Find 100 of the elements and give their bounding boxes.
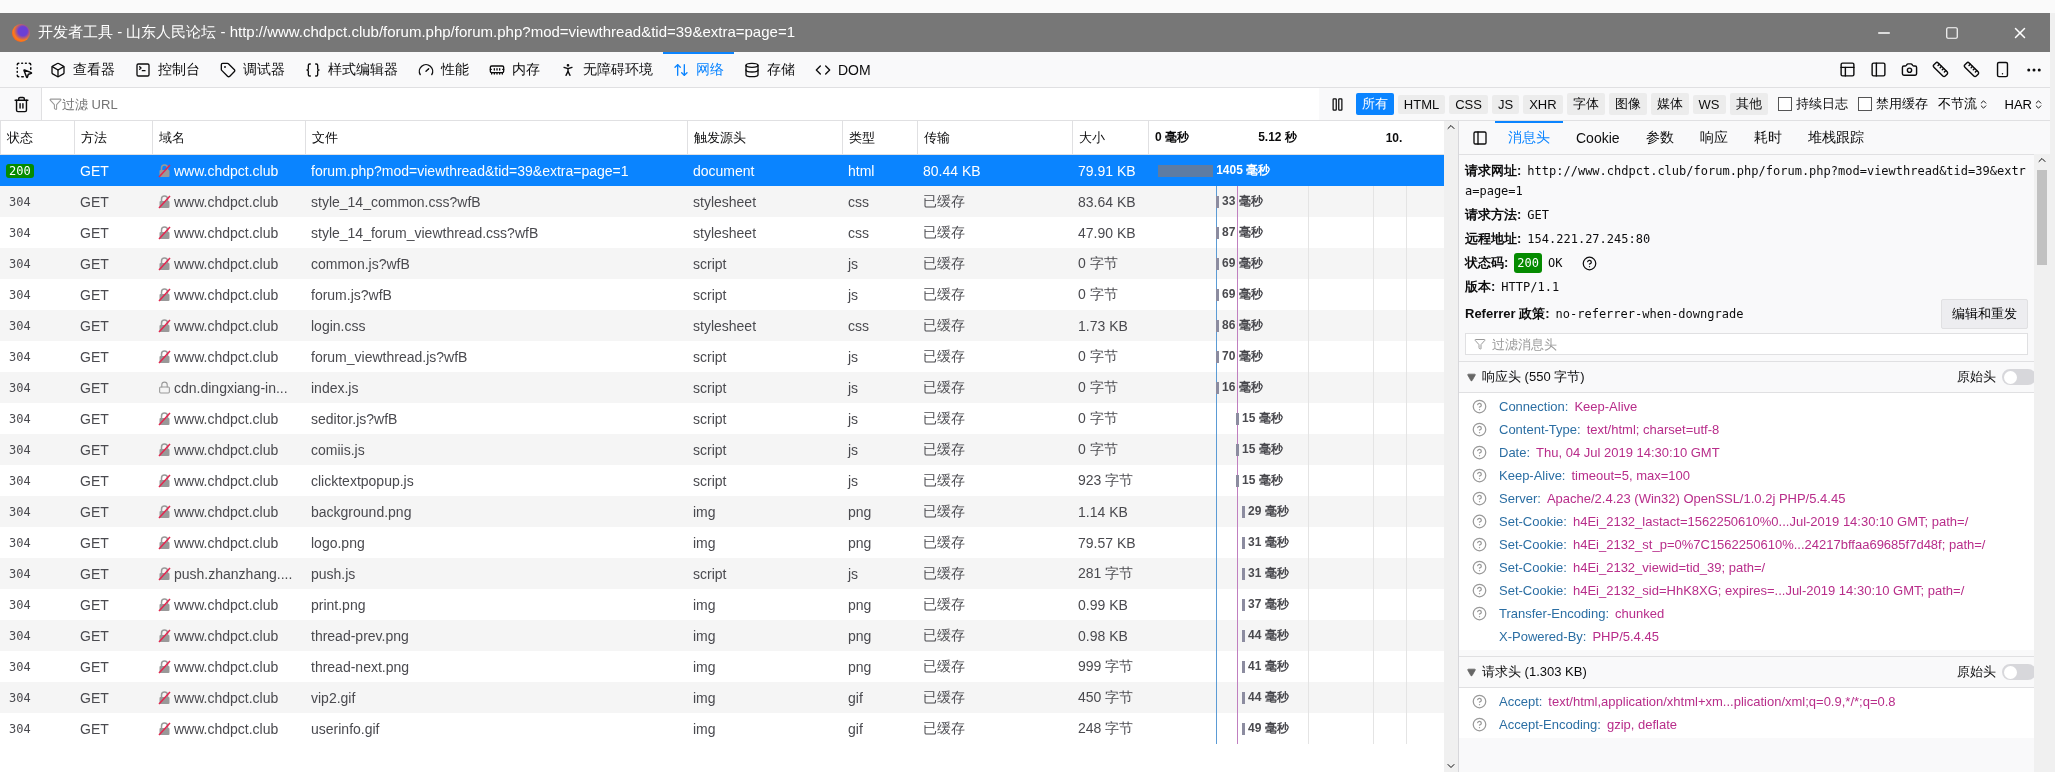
- size-cell-text: 281 字节: [1077, 564, 1135, 583]
- header-filter-field[interactable]: 过滤消息头: [1465, 333, 2028, 355]
- toggle-knob[interactable]: [2004, 370, 2017, 384]
- scroll-thumb[interactable]: [2037, 170, 2047, 265]
- tool-tab[interactable]: 内存: [479, 52, 550, 87]
- panel-icon[interactable]: [1870, 61, 1887, 78]
- timing-label: 87 毫秒: [1222, 224, 1263, 241]
- tool-tab[interactable]: 控制台: [125, 52, 210, 87]
- header-value: timeout=5, max=100: [1571, 467, 1691, 485]
- option-checkbox[interactable]: 禁用缓存: [1857, 95, 1928, 113]
- type-filter-button[interactable]: HTML: [1397, 94, 1446, 114]
- tool-tab[interactable]: 性能: [408, 52, 479, 87]
- transferred-cell-text: 已缓存: [922, 657, 966, 676]
- request-row[interactable]: 304 GET www.chdpct.club login.css stylesheet css 已缓存 1.73 KB 86 毫秒: [0, 310, 1444, 341]
- transferred-cell-text: 已缓存: [922, 471, 966, 490]
- type-filter-button[interactable]: 图像: [1608, 93, 1647, 115]
- column-header[interactable]: 大小: [1072, 121, 1148, 154]
- tool-tab[interactable]: 无障碍环境: [550, 52, 663, 87]
- tool-tab[interactable]: 样式编辑器: [295, 52, 408, 87]
- details-tab[interactable]: 堆栈跟踪: [1794, 121, 1877, 154]
- tool-tab[interactable]: DOM: [805, 52, 881, 87]
- column-header[interactable]: 类型: [842, 121, 917, 154]
- file-cell-text: print.png: [310, 596, 367, 613]
- details-tab[interactable]: Cookie: [1563, 121, 1633, 154]
- dropdown[interactable]: 不节流: [1931, 95, 1995, 113]
- tool-tab[interactable]: 存储: [734, 52, 805, 87]
- ruler-icon[interactable]: [1963, 61, 1980, 78]
- method-cell-text: GET: [79, 162, 110, 179]
- pointer-icon[interactable]: [15, 60, 33, 79]
- cause-cell-text: script: [692, 379, 728, 396]
- type-filter-button[interactable]: 其他: [1729, 93, 1768, 115]
- column-header[interactable]: 方法: [74, 121, 152, 154]
- timing-bar: [1216, 381, 1219, 394]
- column-header[interactable]: 传输: [917, 121, 1072, 154]
- details-tab[interactable]: 耗时: [1740, 121, 1795, 154]
- checkbox[interactable]: [1777, 97, 1792, 111]
- maximize-icon[interactable]: [1945, 25, 1959, 40]
- help-icon[interactable]: [1582, 255, 1598, 271]
- column-header[interactable]: 文件: [305, 121, 687, 154]
- option-checkbox[interactable]: 持续日志: [1777, 95, 1848, 113]
- request-row[interactable]: 200 GET www.chdpct.club forum.php?mod=viewthread&tid=39&extra=page=1 document html 80.44 KB 79.91 KB 1405 毫秒: [0, 155, 1444, 186]
- type-cell-text: js: [846, 565, 860, 582]
- column-header[interactable]: 触发源头: [687, 121, 842, 154]
- type-filter-button[interactable]: 字体: [1566, 93, 1605, 115]
- tool-tab[interactable]: 网络: [663, 52, 734, 87]
- camera-icon[interactable]: [1901, 61, 1918, 78]
- layout-icon[interactable]: [1839, 61, 1856, 78]
- trash-icon[interactable]: [13, 95, 30, 113]
- scrollbar[interactable]: [2034, 154, 2050, 772]
- column-header[interactable]: 域名: [152, 121, 305, 154]
- file-cell-text: forum.js?wfB: [310, 286, 393, 303]
- details-tab[interactable]: 响应: [1686, 121, 1741, 154]
- request-row[interactable]: 304 GET www.chdpct.club thread-prev.png img png 已缓存 0.98 KB 44 毫秒: [0, 620, 1444, 651]
- status-code: 304: [8, 349, 32, 364]
- summary-line: 请求网址: http://www.chdpct.club/forum.php/forum.php?mod=viewthread&tid=39&extra=page=1: [1465, 162, 2027, 200]
- type-filter-button[interactable]: WS: [1692, 94, 1726, 114]
- type-filter-button[interactable]: 媒体: [1650, 93, 1689, 115]
- type-cell-text: js: [846, 379, 860, 396]
- ruler-icon[interactable]: [1932, 61, 1949, 78]
- scrollbar[interactable]: [1444, 121, 1458, 772]
- checkbox[interactable]: [1857, 97, 1872, 111]
- phone-icon[interactable]: [1994, 61, 2011, 78]
- toggle-knob[interactable]: [2004, 665, 2017, 679]
- section-title[interactable]: 响应头 (550 字节): [1482, 368, 1951, 386]
- request-row[interactable]: 304 GET www.chdpct.club comiis.js script js 已缓存 0 字节 15 毫秒: [0, 434, 1444, 465]
- request-row[interactable]: 304 GET www.chdpct.club background.png img png 已缓存 1.14 KB 29 毫秒: [0, 496, 1444, 527]
- section-title[interactable]: 请求头 (1.303 KB): [1482, 663, 1951, 681]
- timing-bar: [1216, 319, 1219, 332]
- cause-cell-text: img: [692, 627, 717, 644]
- expand-triangle-icon[interactable]: [1467, 372, 1476, 382]
- request-row[interactable]: 304 GET www.chdpct.club style_14_common.css?wfB stylesheet css 已缓存 83.64 KB 33 毫秒: [0, 186, 1444, 217]
- size-cell-text: 0.99 KB: [1077, 596, 1129, 613]
- filter-url-field[interactable]: 过滤 URL: [41, 88, 1319, 120]
- panel-icon[interactable]: [1472, 129, 1488, 146]
- header-value: Apache/2.4.23 (Win32) OpenSSL/1.0.2j PHP/5.4.45: [1546, 490, 1847, 508]
- request-row[interactable]: 304 GET cdn.dingxiang-in... index.js script js 已缓存 0 字节 16 毫秒: [0, 372, 1444, 403]
- size-cell-text: 79.57 KB: [1077, 534, 1137, 551]
- pause-icon[interactable]: [1329, 96, 1345, 112]
- timing-bar: [1216, 350, 1219, 363]
- request-row[interactable]: 304 GET push.zhanzhang.... push.js script js 已缓存 281 字节 31 毫秒: [0, 558, 1444, 589]
- method-cell-text: GET: [79, 317, 110, 334]
- raw-headers-toggle[interactable]: [2002, 369, 2036, 385]
- tool-tab[interactable]: 调试器: [210, 52, 295, 87]
- request-row[interactable]: 304 GET www.chdpct.club common.js?wfB script js 已缓存 0 字节 69 毫秒: [0, 248, 1444, 279]
- timing-bar: [1236, 412, 1239, 425]
- raw-headers-toggle[interactable]: [2002, 664, 2036, 680]
- request-row[interactable]: 304 GET www.chdpct.club vip2.gif img gif 已缓存 450 字节 44 毫秒: [0, 682, 1444, 713]
- tool-tab[interactable]: 查看器: [40, 52, 125, 87]
- size-cell-text: 248 字节: [1077, 719, 1135, 738]
- column-header[interactable]: 状态: [0, 121, 74, 154]
- edit-resend-button[interactable]: 编辑和重发: [1941, 299, 2028, 329]
- expand-triangle-icon[interactable]: [1467, 667, 1476, 677]
- cause-cell-text: img: [692, 658, 717, 675]
- dropdown[interactable]: HAR: [1998, 96, 2050, 112]
- details-tab[interactable]: 参数: [1632, 121, 1687, 154]
- details-tab[interactable]: 消息头: [1495, 121, 1563, 154]
- type-filter-button[interactable]: CSS: [1449, 94, 1488, 114]
- type-filter-button[interactable]: XHR: [1523, 94, 1563, 114]
- type-filter-button[interactable]: 所有: [1355, 93, 1394, 115]
- type-filter-button[interactable]: JS: [1491, 94, 1520, 114]
